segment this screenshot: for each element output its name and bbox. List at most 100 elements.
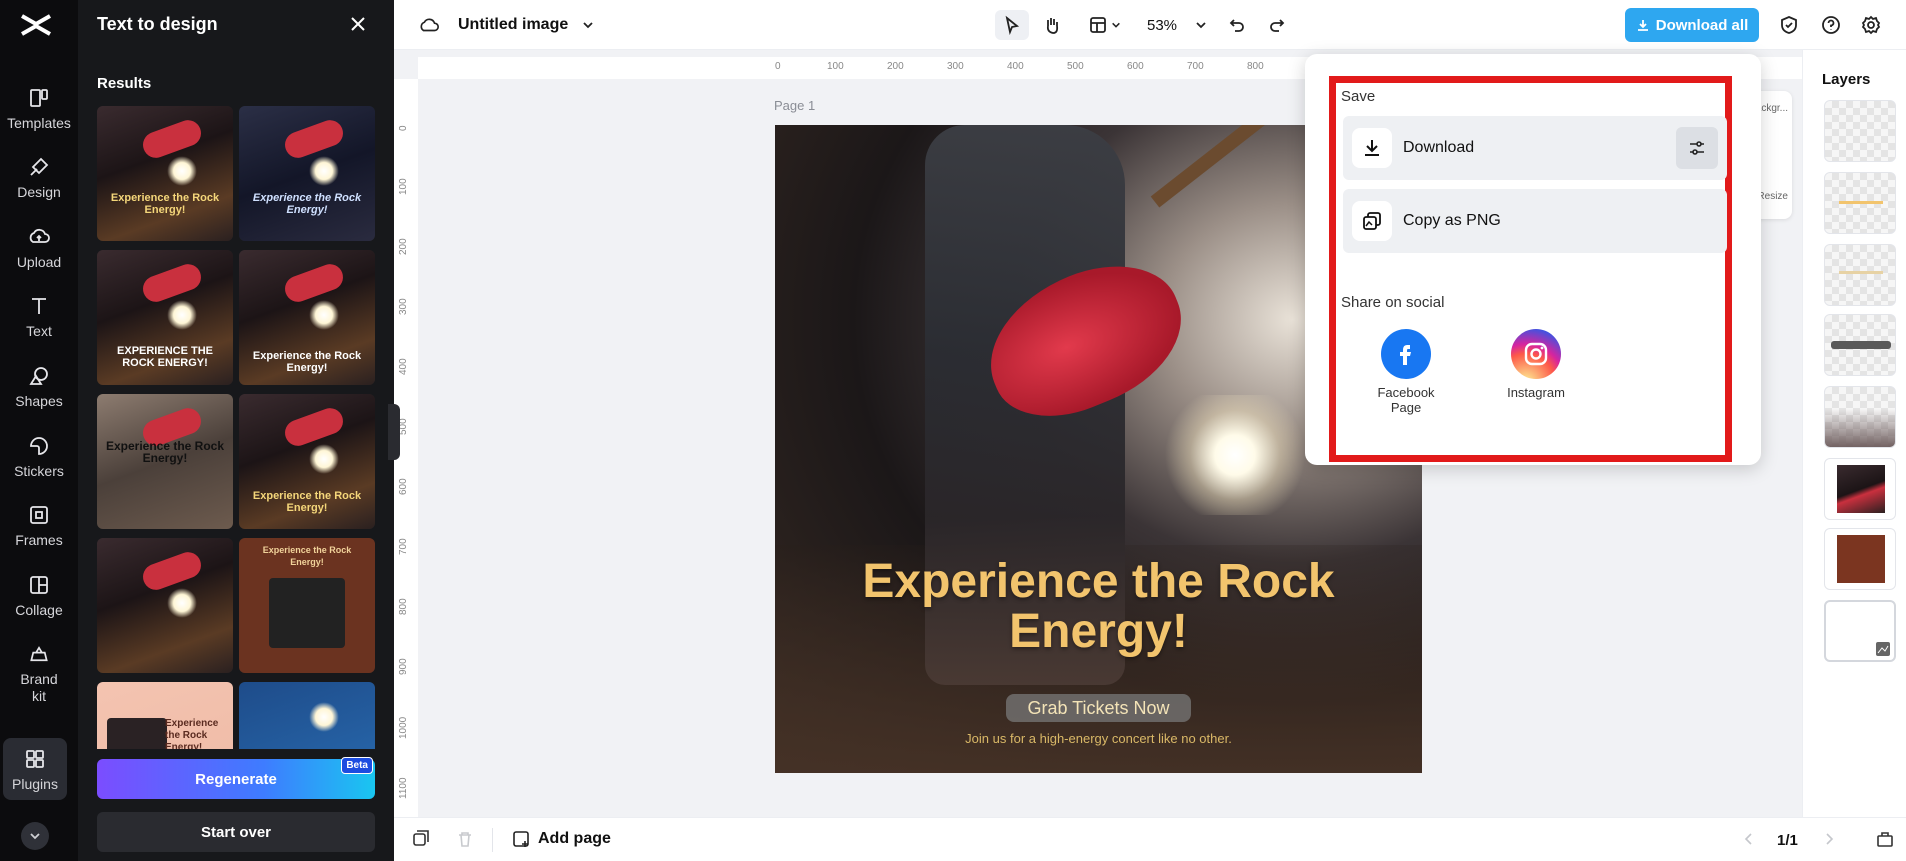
layer-thumb[interactable] [1824,172,1896,234]
layer-thumb[interactable] [1824,314,1896,376]
document-title-menu[interactable]: Untitled image [458,10,598,40]
download-all-label: Download all [1655,16,1749,34]
result-thumb[interactable] [239,682,375,749]
gear-icon [1861,15,1881,35]
panel-collapse-handle[interactable] [388,404,400,460]
regenerate-button[interactable]: Regenerate Beta [97,757,375,799]
stickers-icon [30,437,48,455]
resize-tool-label: Resize [1757,191,1788,202]
design-icon [30,157,49,176]
facebook-share-button[interactable]: Facebook Page [1361,329,1451,415]
cloud-save-button[interactable] [414,10,444,40]
select-tool[interactable] [995,10,1029,40]
result-thumb[interactable]: Experience the Rock Energy! [97,394,233,529]
document-title: Untitled image [458,16,569,33]
trash-icon[interactable] [456,830,474,848]
zoom-control[interactable]: 53% [1142,10,1212,40]
ruler-tick: 0 [775,61,781,72]
start-over-label: Start over [200,823,272,841]
result-caption: EXPERIENCE THE ROCK ENERGY! [117,345,213,369]
frames-icon [30,506,48,524]
result-caption: Experience the Rock Energy! [110,192,220,216]
download-popover: Save Download Copy as PNG Share on socia… [1305,54,1761,465]
layer-thumb[interactable] [1824,386,1896,448]
result-thumb[interactable]: Experience the Rock Energy! [239,250,375,385]
rail-shapes[interactable]: Shapes [0,364,78,426]
divider [492,828,493,852]
rail-text[interactable]: Text [0,294,78,356]
start-over-button[interactable]: Start over [97,812,375,852]
help-button[interactable] [1816,10,1846,40]
chevron-left-icon[interactable] [1742,832,1756,846]
hand-tool[interactable] [1035,10,1069,40]
copy-png-option[interactable]: Copy as PNG [1343,189,1727,253]
download-all-button[interactable]: Download all [1625,8,1759,42]
ruler-tick: 800 [1247,61,1264,72]
hand-icon [1046,18,1059,34]
toolbox-icon[interactable] [1876,830,1894,848]
rail-collage[interactable]: Collage [0,573,78,635]
instagram-label: Instagram [1507,385,1565,400]
rail-stickers[interactable]: Stickers [0,434,78,496]
capcut-logo-icon[interactable] [16,10,56,40]
add-page-button[interactable]: Add page [512,830,611,848]
settings-button[interactable] [1856,10,1886,40]
chevron-right-icon[interactable] [1822,832,1836,846]
redo-button[interactable] [1262,10,1292,40]
result-caption: Experience the Rock Energy! [252,490,362,514]
layer-thumb[interactable] [1824,458,1896,520]
rail-more-button[interactable] [21,822,49,850]
beta-badge: Beta [341,757,373,774]
result-thumb[interactable]: Experience the Rock Energy! [97,682,233,749]
rail-shapes-label: Shapes [15,393,63,409]
shield-button[interactable] [1774,10,1804,40]
close-icon[interactable] [348,14,368,34]
ruler-tick: 400 [398,358,409,375]
layout-icon [1090,17,1106,33]
layer-thumb[interactable] [1824,100,1896,162]
rail-stickers-label: Stickers [14,463,64,479]
undo-icon [1229,19,1244,32]
rail-text-label: Text [26,323,52,339]
image-icon [1876,642,1890,656]
result-thumb[interactable]: EXPERIENCE THE ROCK ENERGY! [97,250,233,385]
result-caption: Experience the Rock Energy! [165,718,219,749]
ruler-tick: 100 [398,178,409,195]
ruler-tick: 400 [1007,61,1024,72]
download-settings-button[interactable] [1676,127,1718,169]
ruler-tick: 600 [1127,61,1144,72]
result-thumb[interactable]: Experience the Rock Energy! [239,106,375,241]
result-thumb[interactable]: Experience the Rock Energy! [97,106,233,241]
text-icon [32,298,46,314]
duplicate-page-icon[interactable] [412,830,430,848]
ruler-tick: 500 [1067,61,1084,72]
layer-thumb[interactable] [1824,528,1896,590]
copy-image-icon [1363,212,1381,230]
rail-upload[interactable]: Upload [0,225,78,287]
ruler-tick: 600 [398,478,409,495]
headline-text[interactable]: Experience the Rock Energy! [795,557,1402,657]
ruler-tick: 300 [947,61,964,72]
page-counter: 1/1 [1777,832,1798,849]
result-thumb[interactable]: Experience the Rock Energy! [239,394,375,529]
rail-plugins[interactable]: Plugins [3,738,67,800]
rail-design[interactable]: Design [0,155,78,217]
layout-tool[interactable] [1083,10,1127,40]
result-thumb[interactable]: Experience the Rock Energy! [239,538,375,673]
layer-thumb[interactable] [1824,244,1896,306]
rail-design-label: Design [17,184,61,200]
download-option[interactable]: Download [1343,116,1727,180]
subtext[interactable]: Join us for a high-energy concert like n… [775,731,1422,746]
chevron-down-icon [1112,22,1120,28]
ruler-tick: 700 [398,538,409,555]
result-thumb[interactable] [97,538,233,673]
cta-text-box[interactable]: Grab Tickets Now [1006,694,1191,722]
copy-png-label: Copy as PNG [1403,212,1501,229]
rail-frames-label: Frames [15,532,63,548]
instagram-share-button[interactable]: Instagram [1491,329,1581,400]
rail-frames[interactable]: Frames [0,503,78,565]
rail-templates[interactable]: Templates [0,86,78,148]
undo-button[interactable] [1222,10,1252,40]
rail-brand-kit[interactable]: Brand kit [0,643,78,705]
layer-thumb[interactable] [1824,600,1896,662]
